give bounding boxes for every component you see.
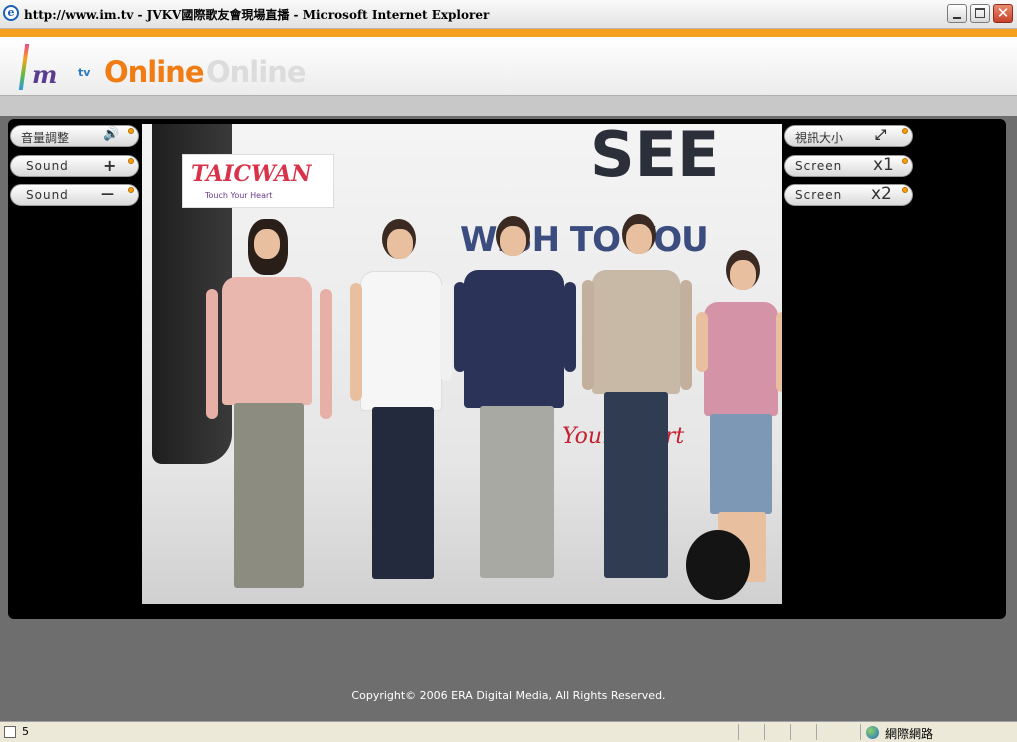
sound-down-label: Sound bbox=[26, 188, 69, 202]
video-logo-text: TAICWAN bbox=[191, 161, 312, 187]
statusbar-divider bbox=[790, 724, 791, 740]
internet-zone-icon bbox=[866, 726, 879, 739]
close-button[interactable]: ✕ bbox=[993, 4, 1013, 23]
accent-bar bbox=[0, 29, 1017, 37]
video-frame[interactable]: SEE WISH TO YOU Your Heart TAICWAN Touch… bbox=[142, 124, 782, 604]
maximize-button[interactable] bbox=[970, 4, 990, 23]
internet-zone-label: 網際網路 bbox=[885, 727, 934, 741]
screen-x1-button[interactable]: Screen x1 bbox=[784, 155, 913, 177]
resize-icon: ⤢ bbox=[875, 127, 887, 143]
indicator-dot-icon bbox=[902, 128, 908, 134]
status-text: 5 bbox=[22, 725, 29, 738]
statusbar-divider bbox=[764, 724, 765, 740]
copyright-text: Copyright© 2006 ERA Digital Media, All R… bbox=[351, 689, 666, 702]
close-icon: ✕ bbox=[996, 4, 1010, 22]
logo-ghost-text: Online bbox=[206, 55, 306, 89]
speaker-icon: 🔊 bbox=[103, 127, 120, 142]
page-icon bbox=[4, 726, 16, 738]
plus-icon: + bbox=[103, 156, 117, 175]
screen-x2-label: Screen bbox=[795, 188, 843, 202]
ie-icon[interactable]: e bbox=[3, 5, 19, 21]
sound-up-button[interactable]: Sound + bbox=[10, 155, 139, 177]
logo-online-text[interactable]: Online bbox=[104, 55, 204, 89]
video-logo-sub: Touch Your Heart bbox=[205, 191, 273, 200]
volume-adjust-label: 音量調整 bbox=[21, 131, 70, 145]
indicator-dot-icon bbox=[902, 187, 908, 193]
video-audience-head bbox=[686, 530, 750, 600]
statusbar-divider bbox=[816, 724, 817, 740]
video-logo-card: TAICWAN Touch Your Heart bbox=[182, 154, 334, 208]
indicator-dot-icon bbox=[902, 158, 908, 164]
browser-statusbar: 5 網際網路 bbox=[0, 721, 1017, 742]
statusbar-divider bbox=[860, 724, 861, 740]
header-strip bbox=[0, 95, 1017, 116]
window-titlebar: e http://www.im.tv - JVKV國際歌友會現場直播 - Mic… bbox=[0, 0, 1017, 29]
window-title: http://www.im.tv - JVKV國際歌友會現場直播 - Micro… bbox=[24, 8, 490, 22]
logo-tv-text: tv bbox=[78, 66, 91, 79]
video-size-button[interactable]: 視訊大小 ⤢ bbox=[784, 125, 913, 147]
statusbar-divider bbox=[738, 724, 739, 740]
indicator-dot-icon bbox=[128, 158, 134, 164]
sound-up-label: Sound bbox=[26, 159, 69, 173]
minimize-button[interactable] bbox=[947, 4, 967, 23]
logo-m-mark: m bbox=[32, 60, 58, 89]
minus-icon: — bbox=[101, 187, 114, 202]
video-size-label: 視訊大小 bbox=[795, 131, 844, 145]
video-backdrop-see: SEE bbox=[590, 124, 720, 191]
screen-x1-label: Screen bbox=[795, 159, 843, 173]
screen-x2-button[interactable]: Screen x2 bbox=[784, 184, 913, 206]
minimize-icon bbox=[953, 17, 961, 19]
sound-down-button[interactable]: Sound — bbox=[10, 184, 139, 206]
screen-x1-value: x1 bbox=[873, 155, 894, 175]
indicator-dot-icon bbox=[128, 187, 134, 193]
maximize-icon bbox=[975, 8, 985, 18]
indicator-dot-icon bbox=[128, 128, 134, 134]
screen-x2-value: x2 bbox=[871, 184, 892, 204]
volume-adjust-button[interactable]: 音量調整 🔊 bbox=[10, 125, 139, 147]
